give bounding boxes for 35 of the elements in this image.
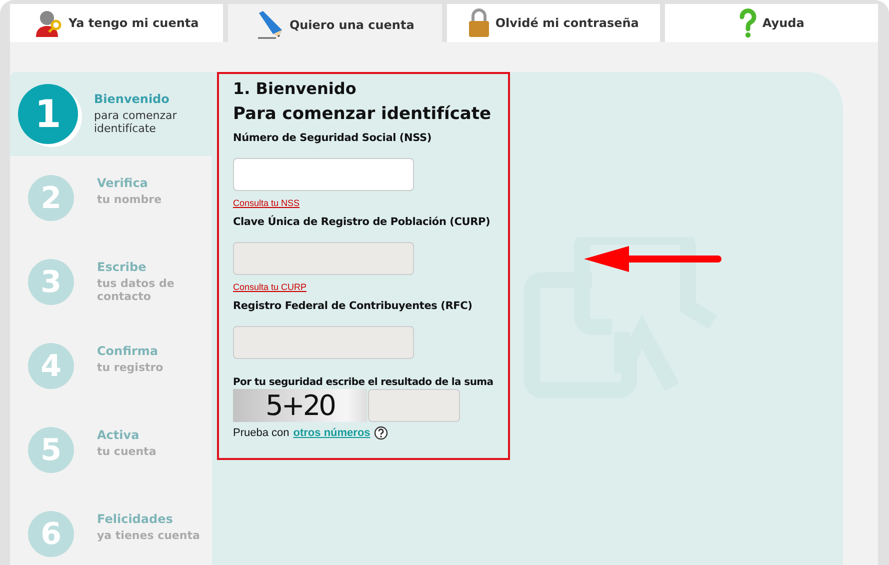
hint-text: Prueba con xyxy=(233,427,290,439)
step-number: 6 xyxy=(28,511,74,557)
field-label: Registro Federal de Contribuyentes (RFC) xyxy=(233,300,474,312)
step-number: 5 xyxy=(28,427,74,473)
form-heading: 1. Bienvenido xyxy=(233,79,358,98)
tab[interactable]: Ayuda xyxy=(664,4,878,42)
step-subtitle: ya tienes cuenta xyxy=(97,529,201,542)
captcha-answer-field[interactable] xyxy=(368,389,460,422)
help-icon[interactable] xyxy=(374,426,388,440)
padlock-icon xyxy=(467,8,492,38)
tab[interactable]: Olvidé mi contraseña xyxy=(446,4,660,42)
field-label: Número de Seguridad Social (NSS) xyxy=(233,132,432,144)
step-number: 4 xyxy=(28,343,74,389)
captcha-image: 5+20 xyxy=(233,389,367,422)
step-subtitle: tu registro xyxy=(97,361,164,374)
step-title: Confirma xyxy=(97,344,160,358)
step-number: 1 xyxy=(18,84,78,144)
step-title: Activa xyxy=(97,428,140,442)
step-subtitle: para comenzar identifícate xyxy=(94,109,178,135)
input-field[interactable] xyxy=(233,158,414,191)
step-title: Felicidades xyxy=(97,512,174,526)
question-mark-icon xyxy=(738,8,758,38)
form-subheading: Para comenzar identifícate xyxy=(233,104,492,124)
step-number: 2 xyxy=(28,175,74,221)
step-subtitle: tu cuenta xyxy=(97,445,158,458)
field-label: Clave Única de Registro de Población (CURP) xyxy=(233,216,492,228)
step-title: Verifica xyxy=(97,176,149,190)
tab[interactable]: Ya tengo mi cuenta xyxy=(10,4,224,42)
step-title: Escribe xyxy=(97,260,148,274)
step-number: 3 xyxy=(28,259,74,305)
step-subtitle: tus datos de contacto xyxy=(97,277,176,303)
step-subtitle: tu nombre xyxy=(97,193,163,206)
consult-link[interactable]: Consulta tu NSS xyxy=(233,198,300,208)
captcha-label: Por tu seguridad escribe el resultado de la suma xyxy=(233,377,494,388)
step-title: Bienvenido xyxy=(94,92,170,106)
